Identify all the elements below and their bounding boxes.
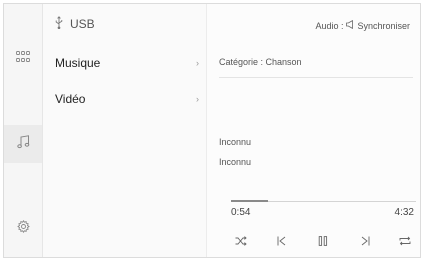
repeat-icon <box>399 233 411 251</box>
apps-grid-icon <box>16 50 30 68</box>
list-item-label: Musique <box>55 56 101 70</box>
audio-mode-button[interactable]: Audio : Synchroniser <box>315 19 410 31</box>
track-duration: 4:32 <box>394 207 414 218</box>
category-label: Catégorie : Chanson <box>219 57 302 67</box>
track-title: Inconnu <box>219 137 252 147</box>
previous-track-icon <box>277 233 286 251</box>
music-source-button[interactable] <box>4 125 42 163</box>
speaker-icon <box>346 19 354 31</box>
shuffle-icon <box>235 233 247 251</box>
chevron-right-icon: › <box>196 94 199 104</box>
next-track-icon <box>361 233 370 251</box>
source-header: USB <box>55 16 95 32</box>
usb-icon <box>55 16 63 32</box>
source-list-panel: USB Musique › Vidéo › <box>43 4 207 257</box>
list-item-label: Vidéo <box>55 92 86 106</box>
list-item-video[interactable]: Vidéo › <box>55 88 203 110</box>
divider <box>219 77 413 78</box>
next-track-button[interactable] <box>355 232 375 252</box>
elapsed-time: 0:54 <box>231 207 251 218</box>
list-item-musique[interactable]: Musique › <box>55 52 203 74</box>
pause-button[interactable] <box>313 232 333 252</box>
chevron-right-icon: › <box>196 58 199 68</box>
shuffle-button[interactable] <box>231 232 251 252</box>
playback-panel: Audio : Synchroniser Catégorie : Chanson… <box>207 4 420 257</box>
repeat-button[interactable] <box>395 232 415 252</box>
apps-grid-button[interactable] <box>4 40 42 78</box>
progress-bar[interactable] <box>231 200 416 202</box>
progress-fill <box>231 200 268 202</box>
track-artist: Inconnu <box>219 157 252 167</box>
usb-media-screen: USB Musique › Vidéo › Audio : Synchronis… <box>0 0 425 262</box>
left-rail <box>4 4 43 257</box>
audio-mode-value: Synchroniser <box>357 20 410 31</box>
playback-controls <box>219 232 419 252</box>
pause-icon <box>318 233 328 251</box>
settings-button[interactable] <box>4 210 42 248</box>
music-note-icon <box>16 134 30 154</box>
source-label: USB <box>70 17 95 31</box>
audio-prefix: Audio : <box>315 20 344 31</box>
settings-gear-icon <box>16 219 30 238</box>
previous-track-button[interactable] <box>271 232 291 252</box>
